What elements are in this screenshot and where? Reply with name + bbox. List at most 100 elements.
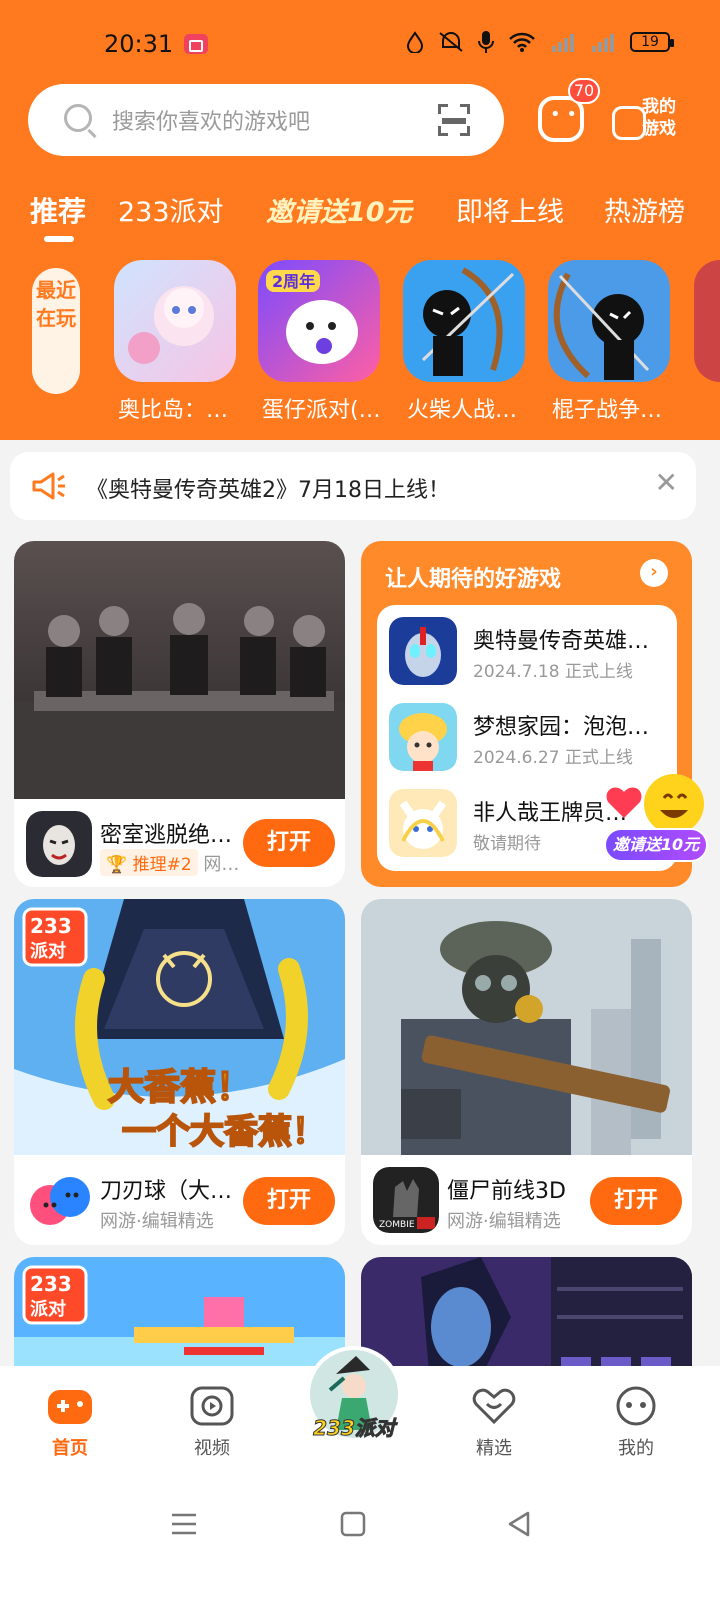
nav-233-party-label: 233派对 bbox=[313, 1416, 396, 1441]
tab-recommend[interactable]: 推荐 bbox=[30, 190, 87, 242]
profile-icon bbox=[616, 1386, 656, 1426]
invite-floating-button[interactable]: 邀请送10元 bbox=[604, 770, 708, 866]
game-icon bbox=[26, 811, 92, 877]
game-name: 僵尸前线3D bbox=[447, 1179, 566, 1204]
status-time: 20:31 bbox=[104, 30, 174, 58]
tab-upcoming[interactable]: 即将上线 bbox=[456, 190, 564, 229]
wifi-icon bbox=[509, 32, 535, 52]
nav-featured-label: 精选 bbox=[476, 1438, 512, 1459]
announcement-text: 《奥特曼传奇英雄2》7月18日上线！ bbox=[86, 478, 450, 503]
nav-profile-label: 我的 bbox=[618, 1438, 654, 1459]
tab-233-party[interactable]: 233派对 bbox=[118, 190, 224, 229]
recent-game[interactable]: 棍子战争… bbox=[548, 260, 672, 430]
signal2-icon bbox=[592, 34, 614, 52]
game-meta: 网游·编辑精选 bbox=[447, 1211, 561, 1232]
game-icon bbox=[114, 260, 236, 382]
category-tabs: 推荐 233派对 邀请送10元 即将上线 热游榜 bbox=[0, 190, 720, 250]
game-icon bbox=[548, 260, 670, 382]
game-icon bbox=[389, 789, 457, 857]
nav-video-label: 视频 bbox=[194, 1438, 230, 1459]
game-card[interactable]: ZOMBIE 僵尸前线3D 网游·编辑精选 打开 bbox=[361, 899, 692, 1245]
mic-icon bbox=[478, 31, 494, 53]
recent-game[interactable]: 火柴人战… bbox=[403, 260, 527, 430]
recent-game-partial[interactable] bbox=[694, 260, 720, 382]
game-icon: 2周年 bbox=[258, 260, 380, 382]
nav-home-label: 首页 bbox=[52, 1438, 88, 1459]
game-icon bbox=[403, 260, 525, 382]
game-banner bbox=[14, 541, 345, 799]
game-meta: 网游·编辑精选 bbox=[100, 1211, 214, 1232]
upcoming-date: 敬请期待 bbox=[473, 834, 541, 854]
recent-played-label[interactable]: 最近在玩 bbox=[32, 268, 80, 394]
tab-invite[interactable]: 邀请送10元 bbox=[266, 190, 412, 229]
battery-icon: 19 bbox=[630, 32, 674, 52]
gamepad-icon bbox=[612, 106, 646, 140]
upcoming-name: 奥特曼传奇英雄… bbox=[473, 629, 650, 654]
party-badge-label: 派对 bbox=[30, 1298, 66, 1320]
header: 20:31 19 搜索你喜欢的游戏吧 70 我的游戏 推荐 233派对 邀请送1… bbox=[0, 0, 720, 440]
svg-text:2周年: 2周年 bbox=[272, 272, 315, 291]
recent-game-name: 蛋仔派对(… bbox=[262, 398, 381, 423]
recent-game[interactable]: 2周年 蛋仔派对(… bbox=[258, 260, 382, 430]
message-icon[interactable]: 70 bbox=[538, 78, 600, 142]
game-icon bbox=[389, 703, 457, 771]
scan-icon[interactable] bbox=[438, 104, 470, 136]
nav-video[interactable]: 视频 bbox=[162, 1366, 262, 1476]
search-input[interactable]: 搜索你喜欢的游戏吧 bbox=[112, 104, 310, 136]
game-name: 刀刃球（大… bbox=[100, 1179, 233, 1204]
recent-game-name: 奥比岛：… bbox=[118, 398, 229, 423]
rank-label: 推理#2 bbox=[132, 855, 192, 875]
game-category: 网… bbox=[203, 854, 240, 875]
home-icon bbox=[48, 1390, 92, 1424]
my-games-button[interactable]: 我的游戏 bbox=[612, 96, 692, 150]
mute-icon bbox=[439, 32, 463, 52]
status-icons: 19 bbox=[406, 30, 674, 54]
game-card[interactable]: 密室逃脱绝… 🏆 推理#2 网… 打开 bbox=[14, 541, 345, 887]
nav-profile[interactable]: 我的 bbox=[586, 1366, 686, 1476]
heart-icon bbox=[472, 1388, 516, 1425]
invite-label: 邀请送10元 bbox=[604, 828, 708, 862]
rank-badge: 🏆 推理#2 bbox=[100, 849, 198, 876]
nav-home[interactable]: 首页 bbox=[20, 1366, 120, 1476]
drop-icon bbox=[406, 31, 424, 53]
upcoming-item[interactable]: 梦想家园：泡泡… 2024.6.27 正式上线 bbox=[389, 703, 679, 775]
search-bar[interactable]: 搜索你喜欢的游戏吧 bbox=[28, 84, 504, 156]
recent-game-name: 棍子战争… bbox=[552, 398, 663, 423]
tab-recommend-label: 推荐 bbox=[30, 195, 87, 228]
upcoming-name: 梦想家园：泡泡… bbox=[473, 715, 650, 740]
message-badge: 70 bbox=[568, 78, 600, 104]
arrow-right-icon[interactable]: › bbox=[640, 559, 668, 587]
zombie-logo-text: ZOMBIE bbox=[379, 1220, 415, 1230]
tab-hot-list[interactable]: 热游榜 bbox=[604, 190, 685, 229]
announcement-bar[interactable]: 《奥特曼传奇英雄2》7月18日上线！ ✕ bbox=[10, 452, 696, 520]
game-name: 密室逃脱绝… bbox=[100, 823, 233, 848]
game-banner: 233 派对 大香蕉！ 一个大香蕉！ bbox=[14, 899, 345, 1155]
open-button[interactable]: 打开 bbox=[590, 1177, 682, 1225]
tab-active-indicator bbox=[44, 236, 74, 242]
square-icon[interactable] bbox=[340, 1510, 366, 1538]
video-icon bbox=[190, 1386, 234, 1426]
close-icon[interactable]: ✕ bbox=[655, 466, 678, 499]
search-icon bbox=[64, 104, 92, 132]
nav-featured[interactable]: 精选 bbox=[444, 1366, 544, 1476]
banner-title-line2: 一个大香蕉！ bbox=[122, 1112, 326, 1152]
game-icon bbox=[389, 617, 457, 685]
party-badge-number: 233 bbox=[30, 1272, 72, 1296]
menu-icon[interactable] bbox=[170, 1510, 198, 1538]
upcoming-item[interactable]: 奥特曼传奇英雄… 2024.7.18 正式上线 bbox=[389, 617, 679, 689]
back-icon[interactable] bbox=[506, 1510, 532, 1538]
game-icon: ZOMBIE bbox=[373, 1167, 439, 1233]
recent-game-name: 火柴人战… bbox=[407, 398, 518, 423]
upcoming-date: 2024.7.18 正式上线 bbox=[473, 662, 633, 682]
open-button[interactable]: 打开 bbox=[243, 819, 335, 867]
game-banner bbox=[361, 899, 692, 1155]
banner-title-line1: 大香蕉！ bbox=[108, 1067, 252, 1108]
recent-game[interactable]: 奥比岛：… bbox=[114, 260, 238, 430]
open-button[interactable]: 打开 bbox=[243, 1177, 335, 1225]
upcoming-date: 2024.6.27 正式上线 bbox=[473, 748, 633, 768]
game-meta: 🏆 推理#2 网… bbox=[100, 849, 240, 876]
status-bar: 20:31 19 bbox=[0, 0, 720, 80]
game-card[interactable]: 233 派对 大香蕉！ 一个大香蕉！ 刀刃球（大… 网游·编辑精选 打开 bbox=[14, 899, 345, 1245]
party-badge-label: 派对 bbox=[30, 940, 66, 962]
emoji-icon bbox=[606, 774, 704, 834]
